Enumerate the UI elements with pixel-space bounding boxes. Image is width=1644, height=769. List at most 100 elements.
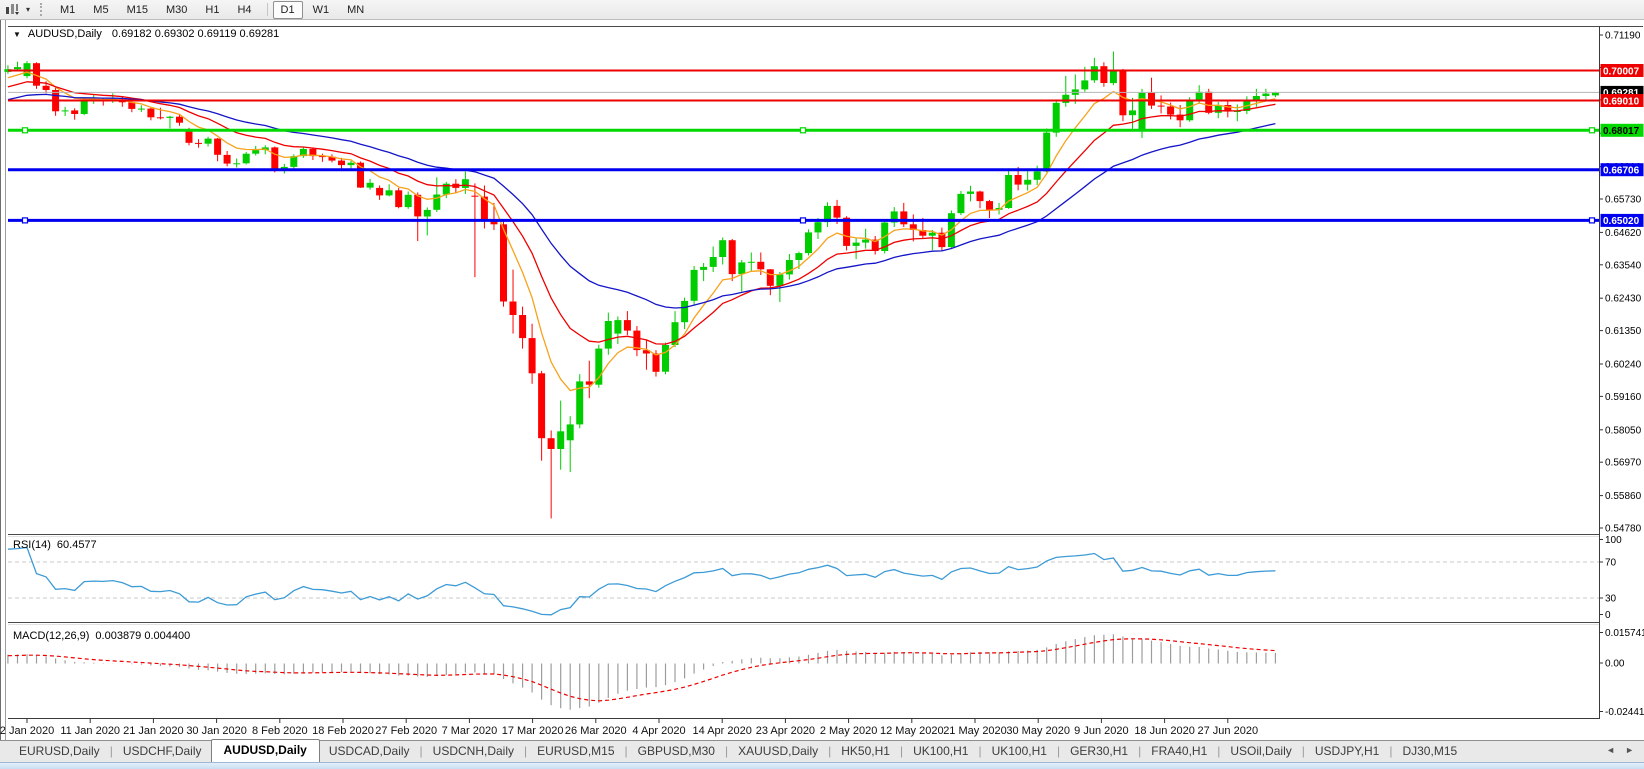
chart-tab-audusd-daily[interactable]: AUDUSD,Daily <box>211 739 320 762</box>
candle <box>519 307 526 349</box>
candle <box>1072 74 1079 103</box>
candle <box>576 374 583 428</box>
chart-tab-eurusd-daily[interactable]: EURUSD,Daily <box>10 741 109 762</box>
candle <box>500 220 507 307</box>
timeframe-button-m1[interactable]: M1 <box>52 1 83 19</box>
time-axis-label: 27 Feb 2020 <box>375 725 437 737</box>
tab-scroll-left-icon[interactable]: ◄ <box>1606 745 1615 755</box>
line-drag-handle[interactable] <box>23 128 28 133</box>
toolbar-separator <box>267 3 268 16</box>
chart-tab-gbpusd-m30[interactable]: GBPUSD,M30 <box>629 741 724 762</box>
line-drag-handle[interactable] <box>1590 128 1595 133</box>
line-drag-handle[interactable] <box>1590 218 1595 223</box>
candle <box>433 177 440 212</box>
price-axis-tick: 0.54780 <box>1605 524 1642 535</box>
price-axis-tick: 0.59160 <box>1605 392 1642 403</box>
chart-tab-usdcnh-daily[interactable]: USDCNH,Daily <box>424 741 523 762</box>
time-axis-label: 4 Apr 2020 <box>632 725 685 737</box>
svg-text:30: 30 <box>1605 594 1617 605</box>
chart-tab-usdchf-daily[interactable]: USDCHF,Daily <box>114 741 211 762</box>
chart-tab-xauusd-daily[interactable]: XAUUSD,Daily <box>729 741 827 762</box>
timeframe-button-m5[interactable]: M5 <box>85 1 116 19</box>
time-axis-label: 23 Apr 2020 <box>756 725 815 737</box>
candle <box>300 147 307 158</box>
chart-tab-ger30-h1[interactable]: GER30,H1 <box>1061 741 1137 762</box>
candle <box>71 108 78 119</box>
candle <box>1224 101 1231 117</box>
svg-text:0: 0 <box>1605 610 1611 621</box>
candle <box>710 247 717 273</box>
chart-tab-dj30-m15[interactable]: DJ30,M15 <box>1393 741 1466 762</box>
candle <box>910 214 917 241</box>
price-axis-tick: 0.61350 <box>1605 326 1642 337</box>
candle <box>147 107 154 120</box>
candle <box>872 236 879 255</box>
time-axis-label: 18 Feb 2020 <box>312 725 374 737</box>
candle <box>605 313 612 355</box>
toolbar-dropdown-caret-icon[interactable]: ▾ <box>22 2 34 18</box>
chart-tab-eurusd-m15[interactable]: EURUSD,M15 <box>528 741 623 762</box>
toolbar-grip-handle[interactable] <box>40 3 44 16</box>
line-drag-handle[interactable] <box>801 128 806 133</box>
rsi-indicator-label: RSI(14)60.4577 <box>13 539 97 551</box>
candle <box>633 326 640 356</box>
candle <box>214 138 221 161</box>
svg-text:100: 100 <box>1605 535 1622 546</box>
chart-tab-usoil-daily[interactable]: USOil,Daily <box>1221 741 1300 762</box>
candle <box>624 311 631 335</box>
candle <box>681 298 688 330</box>
candle <box>233 159 240 168</box>
rsi-pane: 100 70 30 0 <box>8 535 1622 621</box>
one-click-trading-collapse-icon[interactable]: ▼ <box>13 30 21 39</box>
svg-text:0.015741: 0.015741 <box>1605 628 1644 639</box>
candle <box>986 200 993 218</box>
time-axis-label: 18 Jun 2020 <box>1134 725 1195 737</box>
candle <box>529 324 536 384</box>
candle <box>729 239 736 281</box>
timeframe-button-m15[interactable]: M15 <box>119 1 156 19</box>
candle <box>367 179 374 190</box>
chart-tab-uk100-h1[interactable]: UK100,H1 <box>904 741 977 762</box>
price-axis-tick: 0.58050 <box>1605 425 1642 436</box>
candle <box>395 188 402 208</box>
candle <box>586 361 593 399</box>
candle <box>900 203 907 227</box>
time-axis-label: 2 Jan 2020 <box>0 725 54 737</box>
timeframe-button-mn[interactable]: MN <box>339 1 372 19</box>
price-axis-tick: 0.63540 <box>1605 260 1642 271</box>
candle <box>538 371 545 461</box>
svg-text:0.00: 0.00 <box>1605 659 1625 670</box>
chart-tab-uk100-h1[interactable]: UK100,H1 <box>983 741 1056 762</box>
timeframe-button-m30[interactable]: M30 <box>158 1 195 19</box>
candle <box>62 107 69 116</box>
candle <box>491 203 498 230</box>
chart-tab-hk50-h1[interactable]: HK50,H1 <box>832 741 899 762</box>
candle <box>1110 52 1117 86</box>
price-axis-tick: 0.55860 <box>1605 491 1642 502</box>
candle <box>1043 128 1050 172</box>
candle <box>138 105 145 112</box>
chart-tab-usdjpy-h1[interactable]: USDJPY,H1 <box>1306 741 1388 762</box>
candle <box>329 154 336 162</box>
timeframe-button-h1[interactable]: H1 <box>197 1 227 19</box>
line-drag-handle[interactable] <box>23 218 28 223</box>
tab-scroll-right-icon[interactable]: ► <box>1625 745 1634 755</box>
candle <box>748 253 755 273</box>
chart-title: ▼ AUDUSD,Daily 0.69182 0.69302 0.69119 0… <box>13 28 279 40</box>
chart-canvas[interactable]: 0.711900.701100.690300.679200.668100.657… <box>0 0 1644 740</box>
candle <box>1062 76 1069 107</box>
timeframe-button-w1[interactable]: W1 <box>305 1 338 19</box>
chart-periods-icon[interactable] <box>3 2 21 18</box>
candle <box>243 152 250 165</box>
timeframe-button-h4[interactable]: H4 <box>229 1 259 19</box>
candle <box>1119 69 1126 121</box>
timeframe-button-d1[interactable]: D1 <box>273 1 303 19</box>
line-drag-handle[interactable] <box>801 218 806 223</box>
candle <box>891 207 898 227</box>
svg-text:70: 70 <box>1605 558 1617 569</box>
candle <box>471 183 478 277</box>
chart-tab-fra40-h1[interactable]: FRA40,H1 <box>1142 741 1216 762</box>
chart-tab-usdcad-daily[interactable]: USDCAD,Daily <box>320 741 419 762</box>
candle <box>824 202 831 227</box>
price-axis-tick: 0.56970 <box>1605 458 1642 469</box>
